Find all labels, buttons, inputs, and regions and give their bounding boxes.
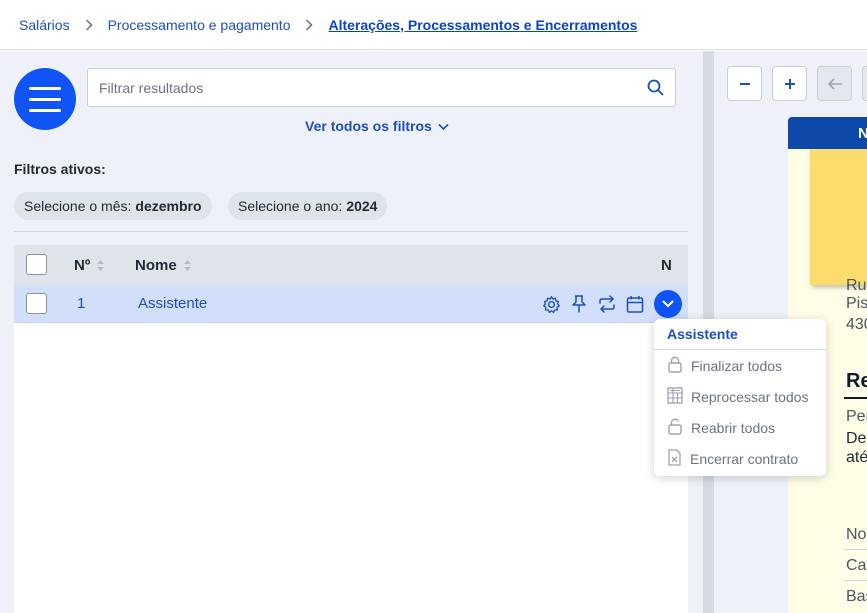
results-table: Nº Nome N 1 Assistente (14, 245, 688, 613)
zoom-in-button[interactable] (772, 66, 807, 101)
column-header-n[interactable]: N (661, 257, 672, 274)
menu-item-label: Finalizar todos (691, 357, 783, 374)
arrow-left-icon (827, 77, 842, 90)
previous-page-button[interactable] (817, 66, 852, 101)
search-icon[interactable] (635, 69, 675, 106)
lock-icon (667, 356, 683, 376)
breadcrumb-item-current[interactable]: Alterações, Processamentos e Encerrament… (328, 17, 637, 33)
hamburger-icon-line (29, 97, 61, 101)
document-divider (844, 549, 867, 550)
zoom-out-button[interactable] (727, 66, 762, 101)
plus-icon (784, 78, 795, 89)
menu-item-label: Reprocessar todos (691, 388, 809, 405)
search-box (87, 68, 676, 107)
document-x-icon (667, 448, 682, 469)
menu-item-reabrir-todos[interactable]: Reabrir todos (654, 412, 826, 443)
breadcrumb-item-processamento[interactable]: Processamento e pagamento (108, 17, 291, 33)
column-header-number[interactable]: Nº (74, 257, 105, 274)
menu-item-label: Reabrir todos (691, 419, 776, 436)
menu-item-finalizar-todos[interactable]: Finalizar todos (654, 350, 826, 381)
row-actions (540, 290, 682, 318)
menu-item-encerrar-contrato[interactable]: Encerrar contrato (654, 443, 826, 474)
menu-item-reprocessar-todos[interactable]: Reprocessar todos (654, 381, 826, 412)
menu-item-label: Encerrar contrato (690, 450, 799, 467)
document-text: até (846, 449, 867, 466)
document-text: Per (846, 408, 867, 425)
hamburger-icon-line (29, 86, 61, 90)
minus-icon (739, 82, 750, 85)
chip-label: Selecione o ano: (238, 198, 343, 214)
filter-chip-month[interactable]: Selecione o mês: dezembro (14, 192, 212, 220)
document-text: 430 (846, 316, 867, 333)
divider (14, 231, 688, 232)
document-heading: Re (846, 370, 867, 392)
row-expand-button[interactable] (654, 290, 682, 318)
unlock-icon (667, 418, 683, 438)
next-page-button[interactable] (862, 66, 867, 101)
gear-icon[interactable] (540, 291, 562, 317)
row-number: 1 (77, 295, 86, 312)
document-text: No (846, 526, 867, 543)
sticky-note[interactable] (810, 149, 867, 285)
column-label: N (661, 256, 672, 274)
chip-value: dezembro (135, 198, 202, 214)
table-row[interactable]: 1 Assistente (14, 285, 688, 323)
document-text: De (846, 430, 867, 447)
chevron-down-icon (438, 118, 449, 134)
hamburger-icon-line (29, 108, 61, 112)
document-text: Pis (846, 295, 867, 312)
search-input[interactable] (88, 69, 635, 106)
table-header: Nº Nome N (14, 245, 688, 285)
all-filters-link[interactable]: Ver todos os filtros (305, 118, 449, 134)
breadcrumb: Salários Processamento e pagamento Alter… (0, 0, 867, 50)
chevron-down-icon (662, 300, 674, 308)
breadcrumb-item-salarios[interactable]: Salários (19, 17, 70, 33)
row-actions-menu: Assistente Finalizar todos Reprocessar t… (654, 319, 826, 476)
sort-icon (183, 259, 192, 272)
column-label: Nome (135, 256, 177, 274)
heading-underline (844, 397, 867, 399)
row-checkbox[interactable] (26, 293, 47, 314)
document-text: Bas (846, 588, 867, 605)
chevron-right-icon (85, 18, 93, 31)
row-name-link[interactable]: Assistente (138, 295, 207, 312)
active-filters-label: Filtros ativos: (14, 161, 106, 177)
calculator-icon (667, 386, 683, 407)
document-text: Ru (846, 277, 867, 294)
select-all-checkbox[interactable] (26, 254, 47, 275)
all-filters-label: Ver todos os filtros (305, 118, 432, 134)
pin-icon[interactable] (568, 291, 590, 317)
calendar-icon[interactable] (624, 291, 646, 317)
chevron-right-icon (305, 18, 314, 31)
chip-label: Selecione o mês: (24, 198, 132, 214)
document-header: N (788, 117, 867, 149)
menu-title: Assistente (654, 319, 826, 350)
filter-chip-year[interactable]: Selecione o ano: 2024 (228, 192, 388, 220)
repeat-icon[interactable] (596, 291, 618, 317)
results-panel: Ver todos os filtros Filtros ativos: Sel… (0, 51, 703, 613)
sort-icon (96, 259, 105, 272)
chip-value: 2024 (346, 198, 378, 214)
document-text: Cat (846, 557, 867, 574)
document-divider (844, 580, 867, 581)
menu-button[interactable] (14, 68, 76, 130)
column-header-name[interactable]: Nome (135, 257, 192, 274)
column-label: Nº (74, 256, 91, 274)
